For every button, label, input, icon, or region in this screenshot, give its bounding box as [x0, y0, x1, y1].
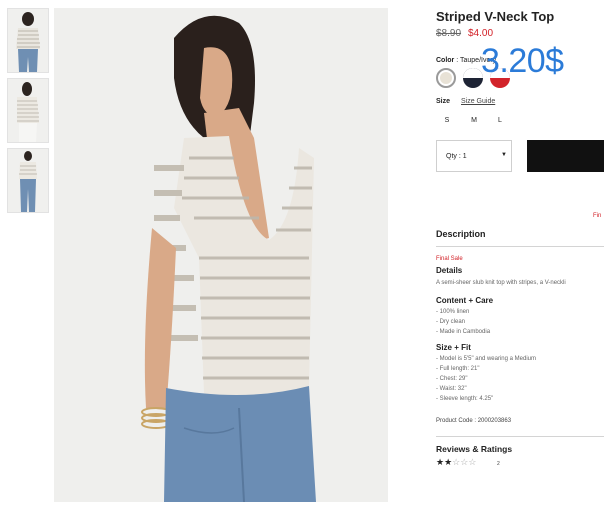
final-sale-label: Final Sale [436, 256, 463, 262]
product-info-panel: Striped V-Neck Top $8.90 $4.00 Color : T… [436, 0, 604, 506]
content-item: - 100% linen [436, 309, 470, 315]
swatch-taupe-ivory[interactable] [436, 68, 456, 88]
fit-item: - Model is 5'5" and wearing a Medium [436, 356, 536, 362]
star-rating[interactable]: ★★☆☆☆ [436, 458, 476, 467]
details-text: A semi-sheer slub knit top with stripes,… [436, 280, 566, 286]
star-empty-icon: ☆ [468, 457, 477, 467]
thumbnail-list [7, 8, 49, 218]
reviews-heading[interactable]: Reviews & Ratings [436, 444, 512, 454]
fine-print-text: Fin [593, 213, 602, 219]
fit-item: - Sleeve length: 4.25" [436, 396, 494, 402]
description-heading[interactable]: Description [436, 229, 486, 239]
content-item: - Made in Cambodia [436, 329, 491, 335]
size-fit-heading: Size + Fit [436, 343, 471, 352]
swatch-navy-white[interactable] [463, 68, 483, 88]
size-guide-link[interactable]: Size Guide [461, 98, 495, 105]
product-title: Striped V-Neck Top [436, 9, 555, 24]
divider [436, 436, 604, 437]
divider [436, 246, 604, 247]
product-code: Product Code : 2000203863 [436, 418, 512, 424]
size-option-s[interactable]: S [438, 117, 456, 124]
swatch-fill [463, 68, 483, 78]
content-care-heading: Content + Care [436, 296, 494, 305]
swatch-fill [440, 72, 452, 84]
fit-item: - Waist: 32" [436, 386, 467, 392]
product-main-image [54, 8, 388, 502]
thumbnail-front-view[interactable] [7, 78, 49, 143]
chevron-down-icon: ▼ [501, 152, 507, 158]
add-to-bag-button[interactable] [527, 140, 604, 172]
quantity-label: Qty : 1 [446, 153, 467, 160]
fit-item: - Full length: 21" [436, 366, 480, 372]
size-option-m[interactable]: M [465, 117, 483, 124]
fit-item: - Chest: 29" [436, 376, 468, 382]
size-label: Size [436, 98, 451, 105]
star-full-icon: ★ [444, 457, 453, 467]
quantity-select[interactable]: Qty : 1 ▼ [436, 140, 512, 172]
overlay-price: 3.20$ [481, 42, 564, 80]
star-full-icon: ★ [436, 457, 445, 467]
original-price: $8.90 [436, 28, 462, 39]
thumbnail-back-view[interactable] [7, 8, 49, 73]
thumbnail-full-view[interactable] [7, 148, 49, 213]
content-item: - Dry clean [436, 319, 466, 325]
details-heading: Details [436, 266, 463, 275]
review-count[interactable]: 2 [497, 461, 500, 467]
color-label-text: Color [436, 57, 455, 64]
sale-price: $4.00 [468, 28, 494, 39]
size-option-l[interactable]: L [491, 117, 509, 124]
